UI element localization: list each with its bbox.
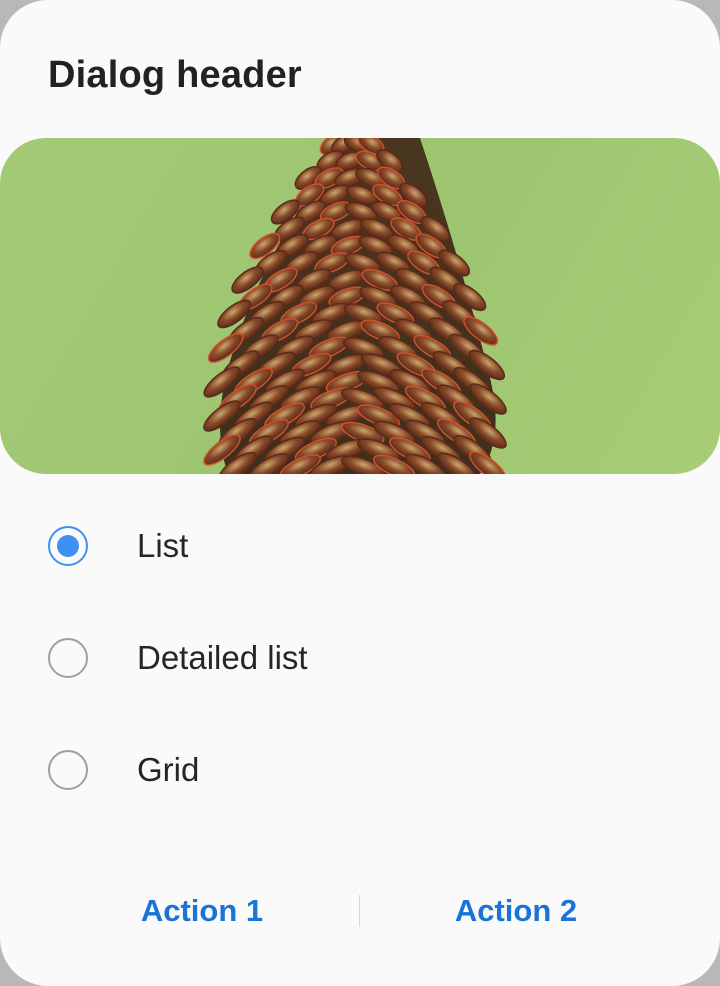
option-list-view[interactable]: List: [0, 490, 720, 602]
action-1-button[interactable]: Action 1: [44, 880, 360, 942]
option-detailed-list-view[interactable]: Detailed list: [0, 602, 720, 714]
pine-cone-image: [0, 138, 720, 474]
option-label: Grid: [137, 751, 200, 788]
option-label: Detailed list: [137, 639, 308, 676]
dialog-header: Dialog header: [48, 54, 302, 96]
dialog: Dialog header List Detailed list Grid Ac…: [0, 0, 720, 986]
action-2-button[interactable]: Action 2: [360, 880, 672, 942]
radio-button[interactable]: [48, 638, 88, 678]
radio-button-selected[interactable]: [48, 526, 88, 566]
radio-button[interactable]: [48, 750, 88, 790]
option-label: List: [137, 527, 189, 564]
action-bar: Action 1 Action 2: [0, 880, 720, 942]
option-grid-view[interactable]: Grid: [0, 714, 720, 826]
